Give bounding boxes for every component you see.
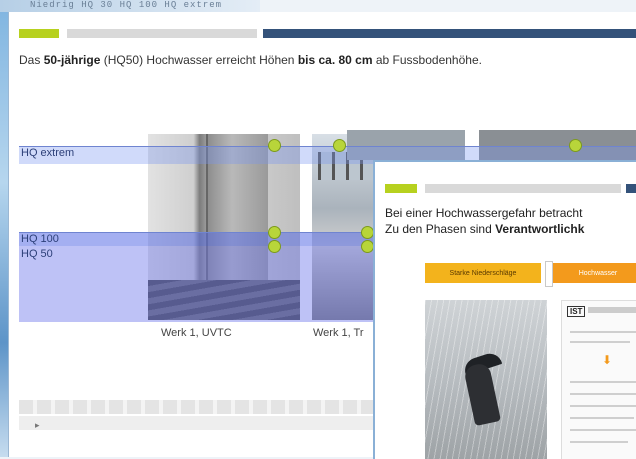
document-logo: IST — [567, 306, 586, 317]
intro-text: Das 50-jährige (HQ50) Hochwasser erreich… — [19, 53, 482, 67]
document-thumbnail[interactable]: IST ⬇ — [561, 300, 636, 459]
timeline-marker-icon[interactable]: ▸ — [35, 420, 40, 431]
flood-line-hq-extrem — [19, 146, 636, 147]
progress-segment-gray — [67, 29, 257, 38]
background-top-text: Niedrig HQ 30 HQ 100 HQ extrem — [30, 0, 223, 10]
document-line — [570, 405, 636, 407]
phase-separator — [545, 261, 553, 287]
level-label-hq100: HQ 100 — [21, 233, 59, 245]
document-line — [570, 331, 636, 333]
marker-dot-extrem-3[interactable] — [569, 139, 582, 152]
document-line — [570, 381, 636, 383]
document-line — [570, 341, 630, 343]
phase-chip-hochwasser[interactable]: Hochwasser — [553, 263, 636, 283]
level-label-hq-extrem: HQ extrem — [21, 147, 75, 159]
overlay-progress-blue — [626, 184, 636, 193]
level-label-hq50: HQ 50 — [21, 248, 53, 260]
marker-dot-hq50-1[interactable] — [268, 240, 281, 253]
caption-werk1-uvtc: Werk 1, UVTC — [161, 327, 232, 339]
overlay-text-line1: Bei einer Hochwassergefahr betracht — [385, 206, 583, 220]
progress-segment-green — [19, 29, 59, 38]
document-line — [570, 393, 636, 395]
progress-segment-blue — [263, 29, 636, 38]
phase-chip-starke-niederschlaege[interactable]: Starke Niederschläge — [425, 263, 541, 283]
overlay-progress-green — [385, 184, 417, 193]
overlay-text-line2: Zu den Phasen sind Verantwortlichk — [385, 222, 585, 236]
down-arrow-icon: ⬇ — [602, 353, 613, 367]
marker-dot-extrem-2[interactable] — [333, 139, 346, 152]
background-top-strip: Niedrig HQ 30 HQ 100 HQ extrem — [0, 0, 260, 12]
document-line — [570, 441, 628, 443]
rain-photo — [425, 300, 547, 459]
document-header — [588, 307, 636, 313]
marker-dot-hq100-1[interactable] — [268, 226, 281, 239]
caption-werk1-tr: Werk 1, Tr — [313, 327, 364, 339]
overlay-progress-gray — [425, 184, 621, 193]
document-line — [570, 429, 636, 431]
overlay-panel: Bei einer Hochwassergefahr betracht Zu d… — [373, 160, 636, 459]
document-line — [570, 417, 634, 419]
marker-dot-extrem-1[interactable] — [268, 139, 281, 152]
